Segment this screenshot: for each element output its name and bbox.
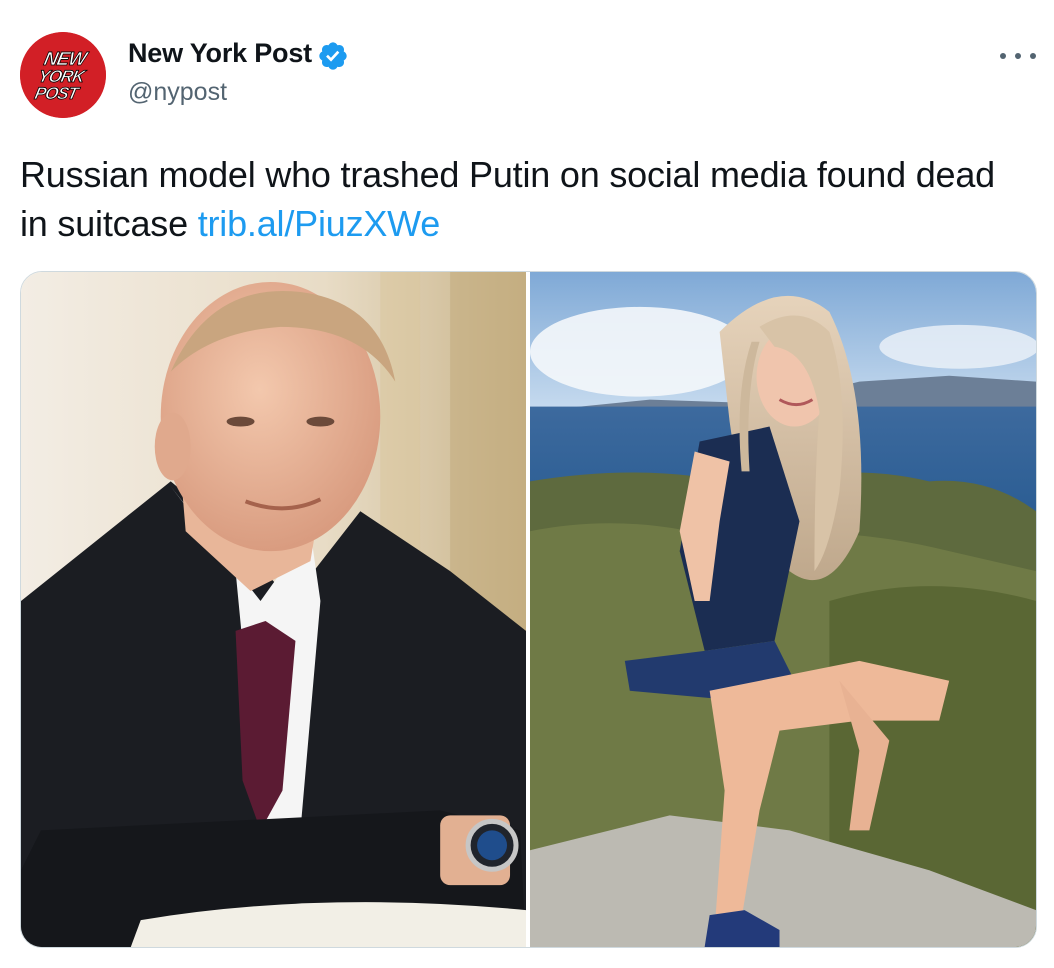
photo-right[interactable] — [530, 272, 1036, 947]
tweet-card[interactable]: NEW YORK POST New York Post @nypost Russ… — [0, 0, 1054, 968]
svg-text:POST: POST — [33, 83, 82, 103]
tweet-text: Russian model who trashed Putin on socia… — [20, 150, 1020, 248]
more-options-icon[interactable] — [1000, 44, 1036, 68]
photo-coastline — [530, 272, 1036, 947]
tweet-link[interactable]: trib.al/PiuzXWe — [198, 203, 441, 244]
avatar[interactable]: NEW YORK POST — [20, 32, 106, 118]
tweet-body: Russian model who trashed Putin on socia… — [20, 154, 996, 244]
photo-left[interactable] — [21, 272, 526, 947]
verified-badge-icon — [319, 42, 347, 70]
media-grid[interactable] — [20, 271, 1037, 948]
nypost-logo: NEW YORK POST — [20, 32, 106, 118]
more-dot — [1030, 53, 1036, 59]
more-dot — [1000, 53, 1006, 59]
author-handle[interactable]: @nypost — [128, 78, 227, 107]
author-name[interactable]: New York Post — [128, 38, 312, 69]
more-dot — [1015, 53, 1021, 59]
photo-portrait-suit — [21, 272, 526, 947]
